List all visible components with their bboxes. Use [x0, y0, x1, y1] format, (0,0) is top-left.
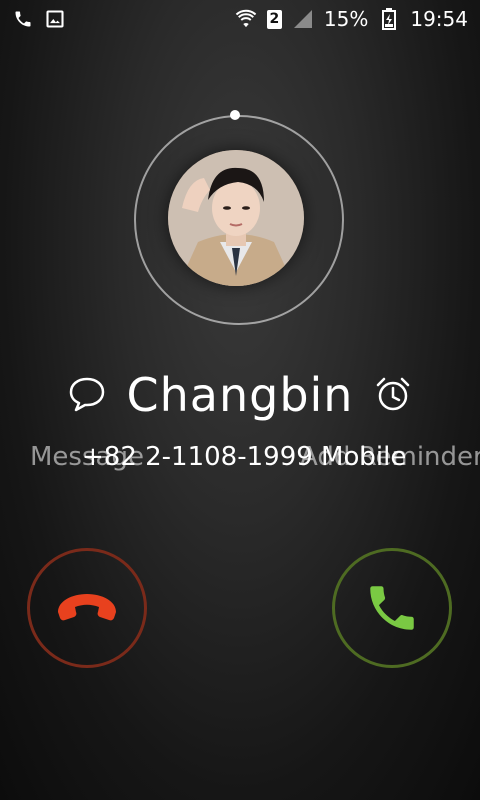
decline-call-button[interactable]: [27, 548, 147, 668]
caller-number-line: +82 2-1108-1999 Mobile: [82, 442, 406, 472]
ring-indicator-dot: [230, 110, 240, 120]
status-bar-right: 2 15% 19:54: [235, 7, 468, 31]
clock: 19:54: [410, 7, 468, 31]
caller-number-type: Mobile: [321, 442, 407, 472]
battery-percent: 15%: [323, 7, 369, 31]
image-icon: [44, 8, 66, 30]
wifi-icon: [235, 8, 257, 30]
caller-name: Changbin: [126, 368, 354, 422]
status-bar: 2 15% 19:54: [0, 0, 480, 38]
status-bar-left: [12, 8, 66, 30]
caller-phone-number: +82 2-1108-1999: [82, 442, 313, 472]
battery-icon: [378, 8, 400, 30]
signal-icon: [292, 8, 314, 30]
phone-answer-icon: [370, 586, 414, 630]
sim-2-icon: 2: [266, 9, 282, 29]
avatar-portrait-image: [168, 150, 304, 286]
hang-up-icon: [58, 594, 116, 621]
phone-icon: [12, 8, 34, 30]
answer-call-button[interactable]: [332, 548, 452, 668]
caller-avatar: [168, 150, 304, 286]
